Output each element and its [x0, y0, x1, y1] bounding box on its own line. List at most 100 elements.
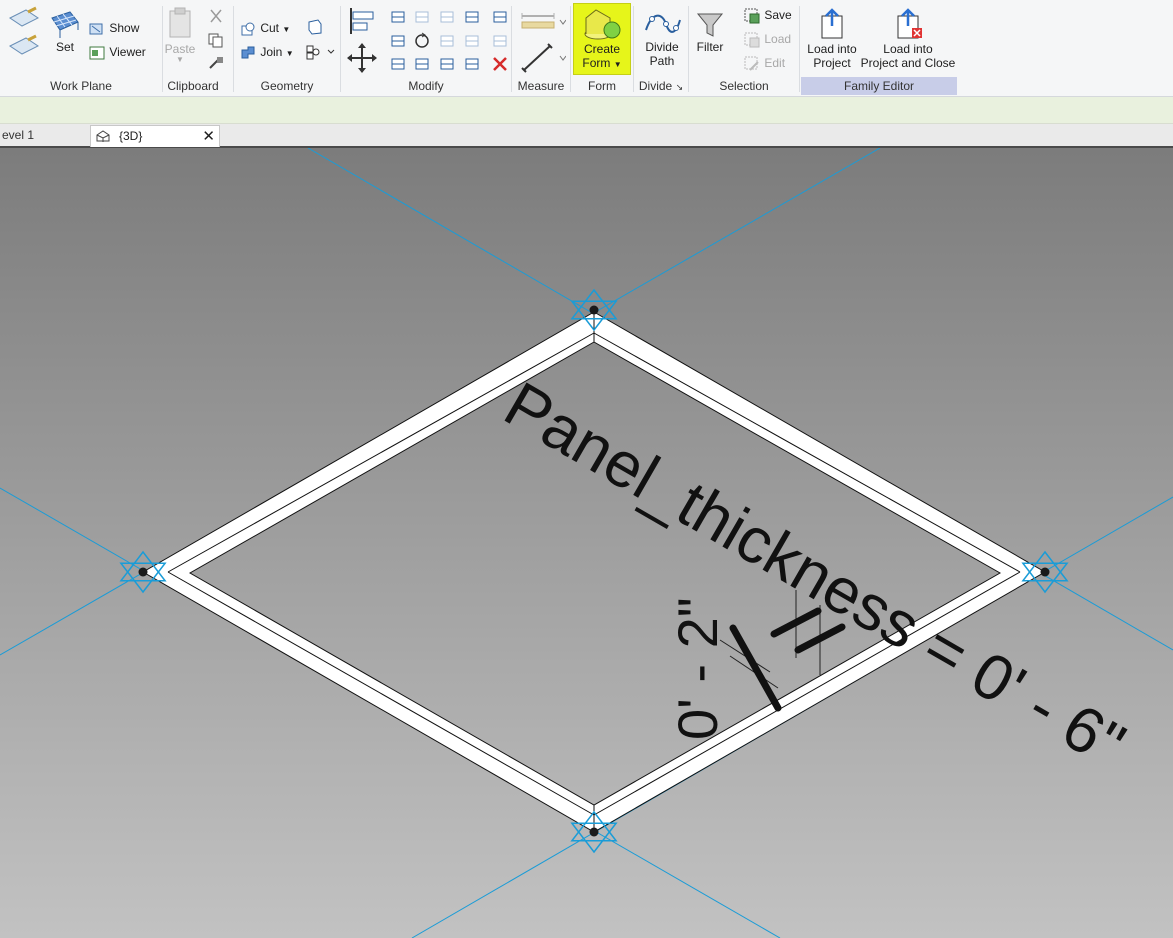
viewer-label: Viewer	[109, 45, 146, 59]
form-panel-label: Form	[588, 79, 616, 93]
view-3d-icon	[96, 130, 110, 142]
array-icon[interactable]	[438, 32, 456, 53]
panel-form: Create Form ▼ Form	[571, 0, 633, 96]
panel-modify: Modify	[341, 0, 511, 96]
create-form-label-2: Form ▼	[582, 56, 622, 70]
clipboard-panel-label: Clipboard	[167, 79, 219, 93]
cut-button[interactable]: Cut ▼	[239, 17, 290, 39]
cut-clipboard-icon[interactable]	[207, 8, 225, 27]
grid-plane-icon	[51, 11, 79, 38]
chevron-down-icon: ▼	[282, 25, 291, 34]
divide-path-label-1: Divide	[645, 40, 679, 54]
filter-label: Filter	[696, 40, 724, 54]
extend-icon[interactable]	[413, 55, 431, 76]
panel-work-plane: Set Show Viewer Work Plane	[0, 0, 162, 96]
filter-button[interactable]: Filter	[693, 8, 727, 54]
rotate-icon[interactable]	[491, 8, 509, 29]
mirror-draw-icon[interactable]	[438, 8, 456, 29]
panel-geometry: Cut ▼ Join ▼ Geometry	[234, 0, 340, 96]
cut-geometry-icon	[241, 22, 255, 36]
family-editor-panel-label: Family Editor	[801, 77, 957, 95]
wall-joins-icon[interactable]	[304, 43, 336, 64]
modify-panel-label: Modify	[408, 79, 444, 93]
paste-icon	[169, 7, 191, 38]
view-tabs: evel 1 {3D} ✕	[0, 124, 1173, 148]
create-form-label-1: Create	[583, 42, 621, 56]
load-into-project-and-close-button[interactable]: Load into Project and Close	[859, 6, 957, 70]
dimension-label[interactable]: 0' - 2"	[666, 597, 729, 740]
paste-label: Paste	[164, 42, 196, 56]
work-plane-panel-label: Work Plane	[50, 79, 112, 93]
load-into-project-button[interactable]: Load into Project	[803, 6, 861, 70]
align-icon[interactable]	[347, 6, 377, 39]
divide-path-button[interactable]: Divide Path	[636, 8, 688, 68]
close-icon[interactable]: ✕	[202, 126, 215, 147]
join-button[interactable]: Join ▼	[239, 41, 294, 63]
join-label: Join	[260, 45, 283, 59]
unpin-icon[interactable]	[491, 32, 509, 53]
load-and-close-icon	[897, 8, 922, 39]
tab-3d-label: {3D}	[119, 129, 143, 143]
load-and-close-label-1: Load into	[883, 42, 933, 56]
divide-path-label-2: Path	[649, 54, 675, 68]
chevron-down-icon: ▼	[176, 55, 184, 64]
split-element-icon[interactable]	[389, 32, 407, 53]
trim-icon[interactable]	[389, 55, 407, 76]
panel-selection: Filter Save Load Edit Selection	[689, 0, 799, 96]
join-geometry-icon	[241, 46, 255, 59]
dialog-launcher-icon: ↘	[675, 82, 684, 92]
save-selection-button[interactable]: Save	[743, 4, 792, 26]
tab-3d[interactable]: {3D} ✕	[90, 125, 220, 147]
show-button[interactable]: Show	[88, 17, 139, 39]
copy-icon[interactable]	[207, 32, 225, 51]
divide-path-icon	[645, 14, 681, 33]
create-form-button[interactable]: Create Form ▼	[573, 3, 631, 75]
chevron-down-icon: ▼	[613, 60, 622, 69]
geometry-panel-label: Geometry	[260, 79, 314, 93]
measure-distance-icon[interactable]	[518, 10, 567, 37]
selection-panel-label: Selection	[719, 79, 769, 93]
move-icon[interactable]	[346, 42, 378, 77]
viewer-icon	[89, 46, 105, 60]
tab-level-1-label: evel 1	[2, 128, 35, 142]
load-label: Load	[764, 32, 792, 46]
save-selection-icon	[744, 8, 760, 24]
show-workplane-icon	[89, 23, 103, 35]
edit-label: Edit	[764, 56, 786, 70]
match-properties-icon[interactable]	[207, 55, 225, 74]
dimension-icon[interactable]	[518, 42, 567, 77]
mirror-axis-icon[interactable]	[413, 8, 431, 29]
divide-panel-label[interactable]: Divide ↘	[634, 79, 688, 93]
3d-viewport[interactable]: Panel_thickness = 0' - 6" 0' - 2"	[0, 148, 1173, 938]
show-label: Show	[109, 21, 140, 35]
rotate-circle-icon[interactable]	[413, 32, 431, 53]
panel-measure: Measure	[512, 0, 570, 96]
panel-clipboard: Paste ▼ Clipboard	[163, 0, 233, 96]
separator	[799, 6, 800, 92]
ribbon: Set Show Viewer Work Plane Paste ▼ Clipb…	[0, 0, 1173, 97]
options-bar	[0, 97, 1173, 124]
scale-icon[interactable]	[463, 32, 481, 53]
set-button[interactable]: Set	[48, 8, 82, 54]
split-gap-icon[interactable]	[463, 55, 481, 76]
panel-divide: Divide Path Divide ↘	[634, 0, 688, 96]
split-face-icon[interactable]	[306, 18, 324, 39]
load-into-project-label-1: Load into	[807, 42, 857, 56]
copy-element-icon[interactable]	[463, 8, 481, 29]
trim-multiple-icon[interactable]	[438, 55, 456, 76]
load-selection-button[interactable]: Load	[743, 28, 791, 50]
load-selection-icon	[744, 32, 760, 48]
tab-level-1[interactable]: evel 1	[0, 125, 90, 146]
delete-icon[interactable]	[491, 55, 509, 76]
offset-icon[interactable]	[389, 8, 407, 29]
filter-icon	[696, 13, 724, 37]
paste-button[interactable]: Paste ▼	[163, 6, 197, 64]
save-label: Save	[764, 8, 792, 22]
cut-label: Cut	[260, 21, 280, 35]
viewer-button[interactable]: Viewer	[88, 41, 146, 63]
load-into-project-icon	[821, 8, 843, 39]
edit-selection-button[interactable]: Edit	[743, 52, 785, 74]
set-label: Set	[55, 40, 74, 54]
viewport-canvas[interactable]: Panel_thickness = 0' - 6" 0' - 2"	[0, 148, 1173, 938]
work-plane-icon[interactable]	[4, 6, 40, 67]
